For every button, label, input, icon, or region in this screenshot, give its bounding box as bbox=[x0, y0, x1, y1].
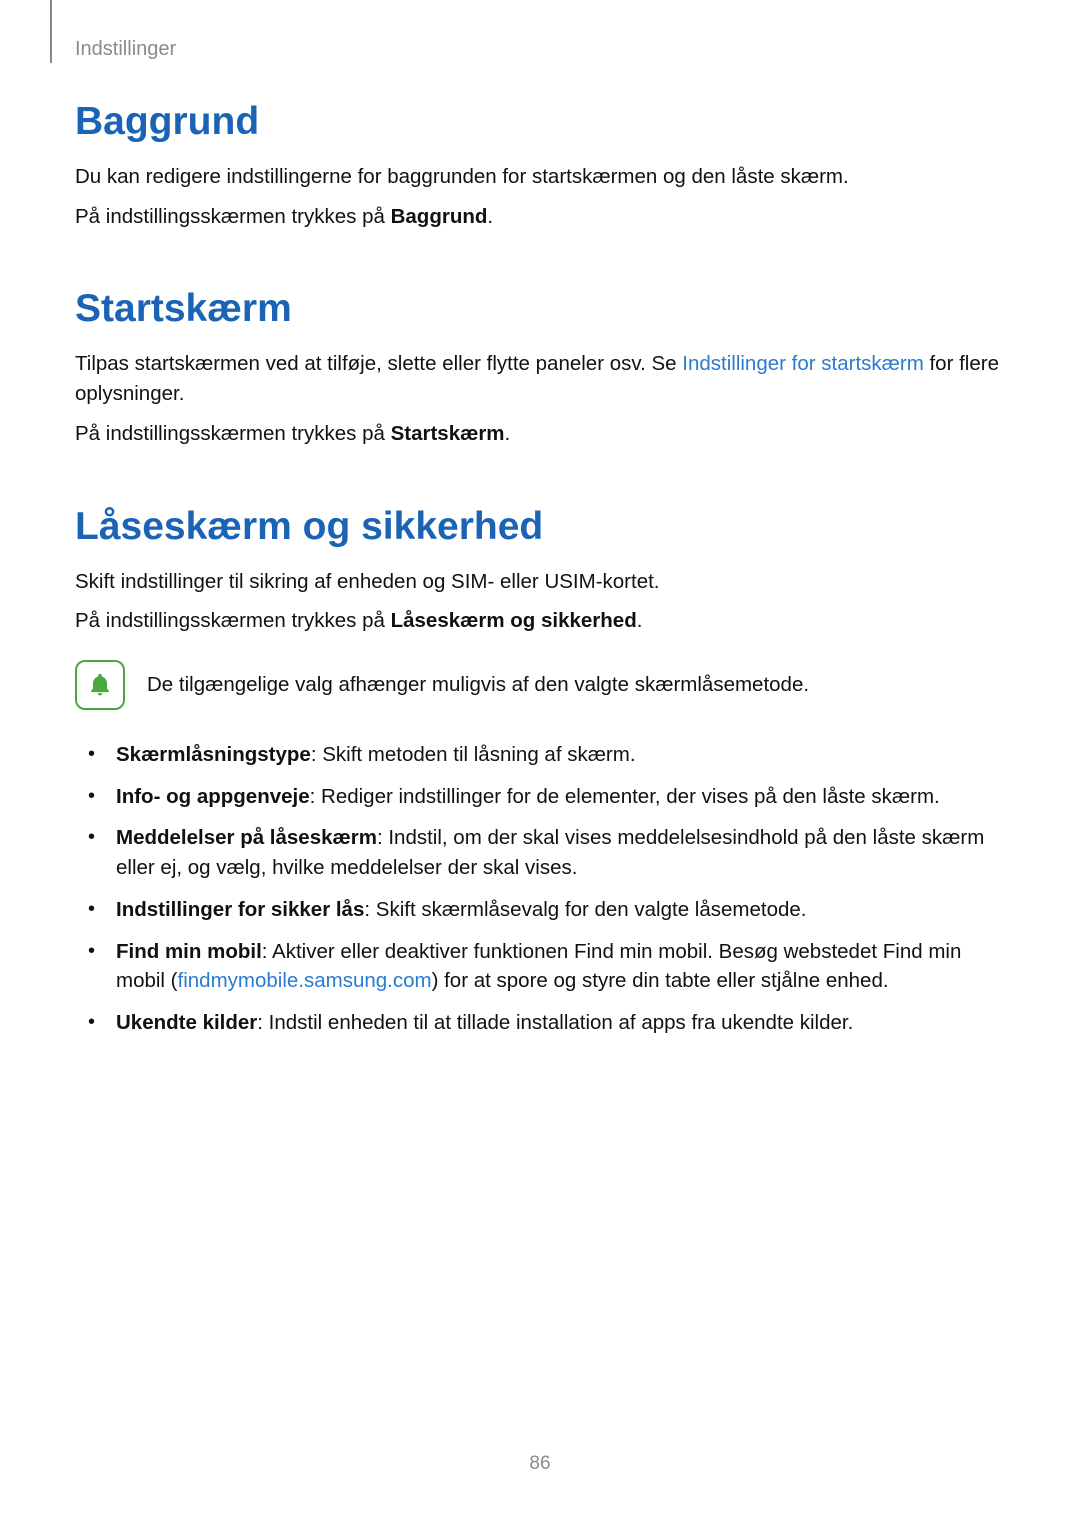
bold-text: Baggrund bbox=[391, 205, 488, 228]
bold-text: Skærmlåsningstype bbox=[116, 743, 311, 766]
text-laaseskaerm-p1: Skift indstillinger til sikring af enhed… bbox=[75, 567, 1005, 597]
text: Tilpas startskærmen ved at tilføje, slet… bbox=[75, 352, 682, 375]
section-startskaerm: Startskærm Tilpas startskærmen ved at ti… bbox=[75, 287, 1005, 448]
link-findmymobile[interactable]: findmymobile.samsung.com bbox=[178, 969, 432, 992]
bold-text: Startskærm bbox=[391, 422, 505, 445]
text: . bbox=[505, 422, 511, 445]
text: På indstillingsskærmen trykkes på bbox=[75, 422, 391, 445]
note: De tilgængelige valg afhænger muligvis a… bbox=[75, 660, 1005, 710]
page-number: 86 bbox=[0, 1453, 1080, 1475]
link-startskaerm-settings[interactable]: Indstillinger for startskærm bbox=[682, 352, 924, 375]
bullet-list: Skærmlåsningstype: Skift metoden til lås… bbox=[75, 740, 1005, 1038]
section-laaseskaerm: Låseskærm og sikkerhed Skift indstilling… bbox=[75, 505, 1005, 1038]
text-baggrund-p2: På indstillingsskærmen trykkes på Baggru… bbox=[75, 202, 1005, 232]
text: På indstillingsskærmen trykkes på bbox=[75, 609, 391, 632]
text: På indstillingsskærmen trykkes på bbox=[75, 205, 391, 228]
text-laaseskaerm-p2: På indstillingsskærmen trykkes på Låsesk… bbox=[75, 606, 1005, 636]
list-item: Indstillinger for sikker lås: Skift skær… bbox=[88, 895, 1005, 925]
bold-text: Info- og appgenveje bbox=[116, 785, 310, 808]
bold-text: Meddelelser på låseskærm bbox=[116, 826, 377, 849]
list-item: Meddelelser på låseskærm: Indstil, om de… bbox=[88, 823, 1005, 882]
text: . bbox=[487, 205, 493, 228]
list-item: Info- og appgenveje: Rediger indstilling… bbox=[88, 782, 1005, 812]
bold-text: Indstillinger for sikker lås bbox=[116, 898, 364, 921]
text: . bbox=[637, 609, 643, 632]
list-item: Find min mobil: Aktiver eller deaktiver … bbox=[88, 937, 1005, 996]
heading-laaseskaerm: Låseskærm og sikkerhed bbox=[75, 505, 1005, 549]
header-rule bbox=[50, 0, 52, 63]
text: : Skift skærmlåsevalg for den valgte lås… bbox=[364, 898, 806, 921]
bold-text: Låseskærm og sikkerhed bbox=[391, 609, 637, 632]
text-baggrund-p1: Du kan redigere indstillingerne for bagg… bbox=[75, 162, 1005, 192]
heading-startskaerm: Startskærm bbox=[75, 287, 1005, 331]
text: : Indstil enheden til at tillade install… bbox=[257, 1011, 853, 1034]
text-startskaerm-p1: Tilpas startskærmen ved at tilføje, slet… bbox=[75, 349, 1005, 408]
bold-text: Ukendte kilder bbox=[116, 1011, 257, 1034]
heading-baggrund: Baggrund bbox=[75, 100, 1005, 144]
text-startskaerm-p2: På indstillingsskærmen trykkes på Starts… bbox=[75, 419, 1005, 449]
page: Indstillinger Baggrund Du kan redigere i… bbox=[0, 0, 1080, 1527]
breadcrumb: Indstillinger bbox=[75, 38, 176, 61]
content: Baggrund Du kan redigere indstillingerne… bbox=[75, 0, 1005, 1038]
bold-text: Find min mobil bbox=[116, 940, 262, 963]
list-item: Skærmlåsningstype: Skift metoden til lås… bbox=[88, 740, 1005, 770]
note-text: De tilgængelige valg afhænger muligvis a… bbox=[147, 671, 809, 700]
text: : Skift metoden til låsning af skærm. bbox=[311, 743, 636, 766]
section-baggrund: Baggrund Du kan redigere indstillingerne… bbox=[75, 100, 1005, 231]
text: ) for at spore og styre din tabte eller … bbox=[432, 969, 889, 992]
text: : Rediger indstillinger for de elementer… bbox=[310, 785, 940, 808]
bell-icon bbox=[75, 660, 125, 710]
list-item: Ukendte kilder: Indstil enheden til at t… bbox=[88, 1008, 1005, 1038]
